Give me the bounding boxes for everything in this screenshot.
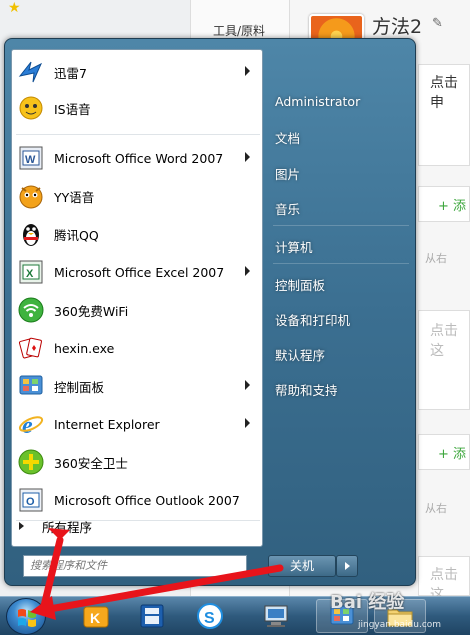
arrow-head-up bbox=[48, 528, 70, 540]
arrow-to-start bbox=[40, 564, 284, 614]
baidu-watermark-url: jingyan.baidu.com bbox=[358, 620, 442, 630]
baidu-watermark: Bai 经验 bbox=[330, 592, 405, 613]
red-annotation-arrows bbox=[30, 528, 284, 620]
